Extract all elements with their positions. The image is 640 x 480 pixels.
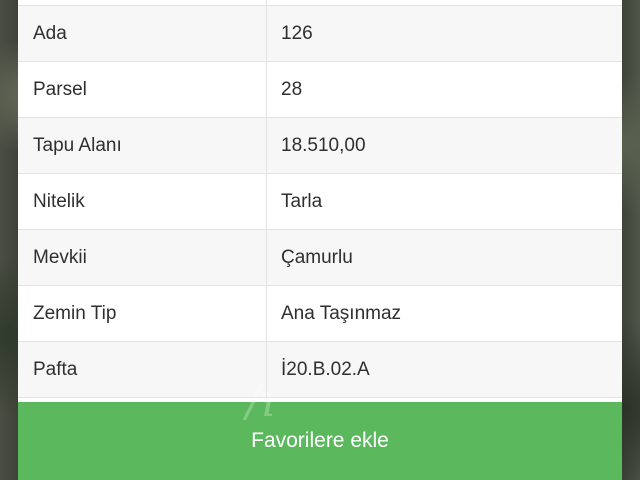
property-value: İ20.B.02.A bbox=[281, 358, 370, 380]
property-row-parsel: Parsel 28 bbox=[18, 62, 622, 118]
property-table: Ada 126 Parsel 28 Tapu Alanı 18.510,00 N… bbox=[18, 6, 622, 398]
property-key: Parsel bbox=[18, 62, 267, 117]
property-row-mevkii: Mevkii Çamurlu bbox=[18, 230, 622, 286]
property-key: Ada bbox=[18, 6, 267, 61]
property-value: 18.510,00 bbox=[281, 134, 366, 156]
property-row-tapu-alani: Tapu Alanı 18.510,00 bbox=[18, 118, 622, 174]
property-value: Çamurlu bbox=[281, 246, 353, 268]
property-value: Ana Taşınmaz bbox=[281, 302, 402, 324]
property-row-ada: Ada 126 bbox=[18, 6, 622, 62]
property-row-pafta: Pafta İ20.B.02.A bbox=[18, 342, 622, 398]
property-key: Tapu Alanı bbox=[18, 118, 267, 173]
property-value: 28 bbox=[281, 78, 303, 100]
property-key: Pafta bbox=[18, 342, 267, 397]
property-value: 126 bbox=[281, 22, 313, 44]
property-value: Tarla bbox=[281, 190, 323, 212]
property-key: Zemin Tip bbox=[18, 286, 267, 341]
property-row-nitelik: Nitelik Tarla bbox=[18, 174, 622, 230]
property-key: Nitelik bbox=[18, 174, 267, 229]
property-details-panel: Ada 126 Parsel 28 Tapu Alanı 18.510,00 N… bbox=[18, 0, 622, 480]
property-row-zemin-tip: Zemin Tip Ana Taşınmaz bbox=[18, 286, 622, 342]
property-key: Mevkii bbox=[18, 230, 267, 285]
add-to-favorites-button[interactable]: Favorilere ekle bbox=[18, 402, 622, 480]
